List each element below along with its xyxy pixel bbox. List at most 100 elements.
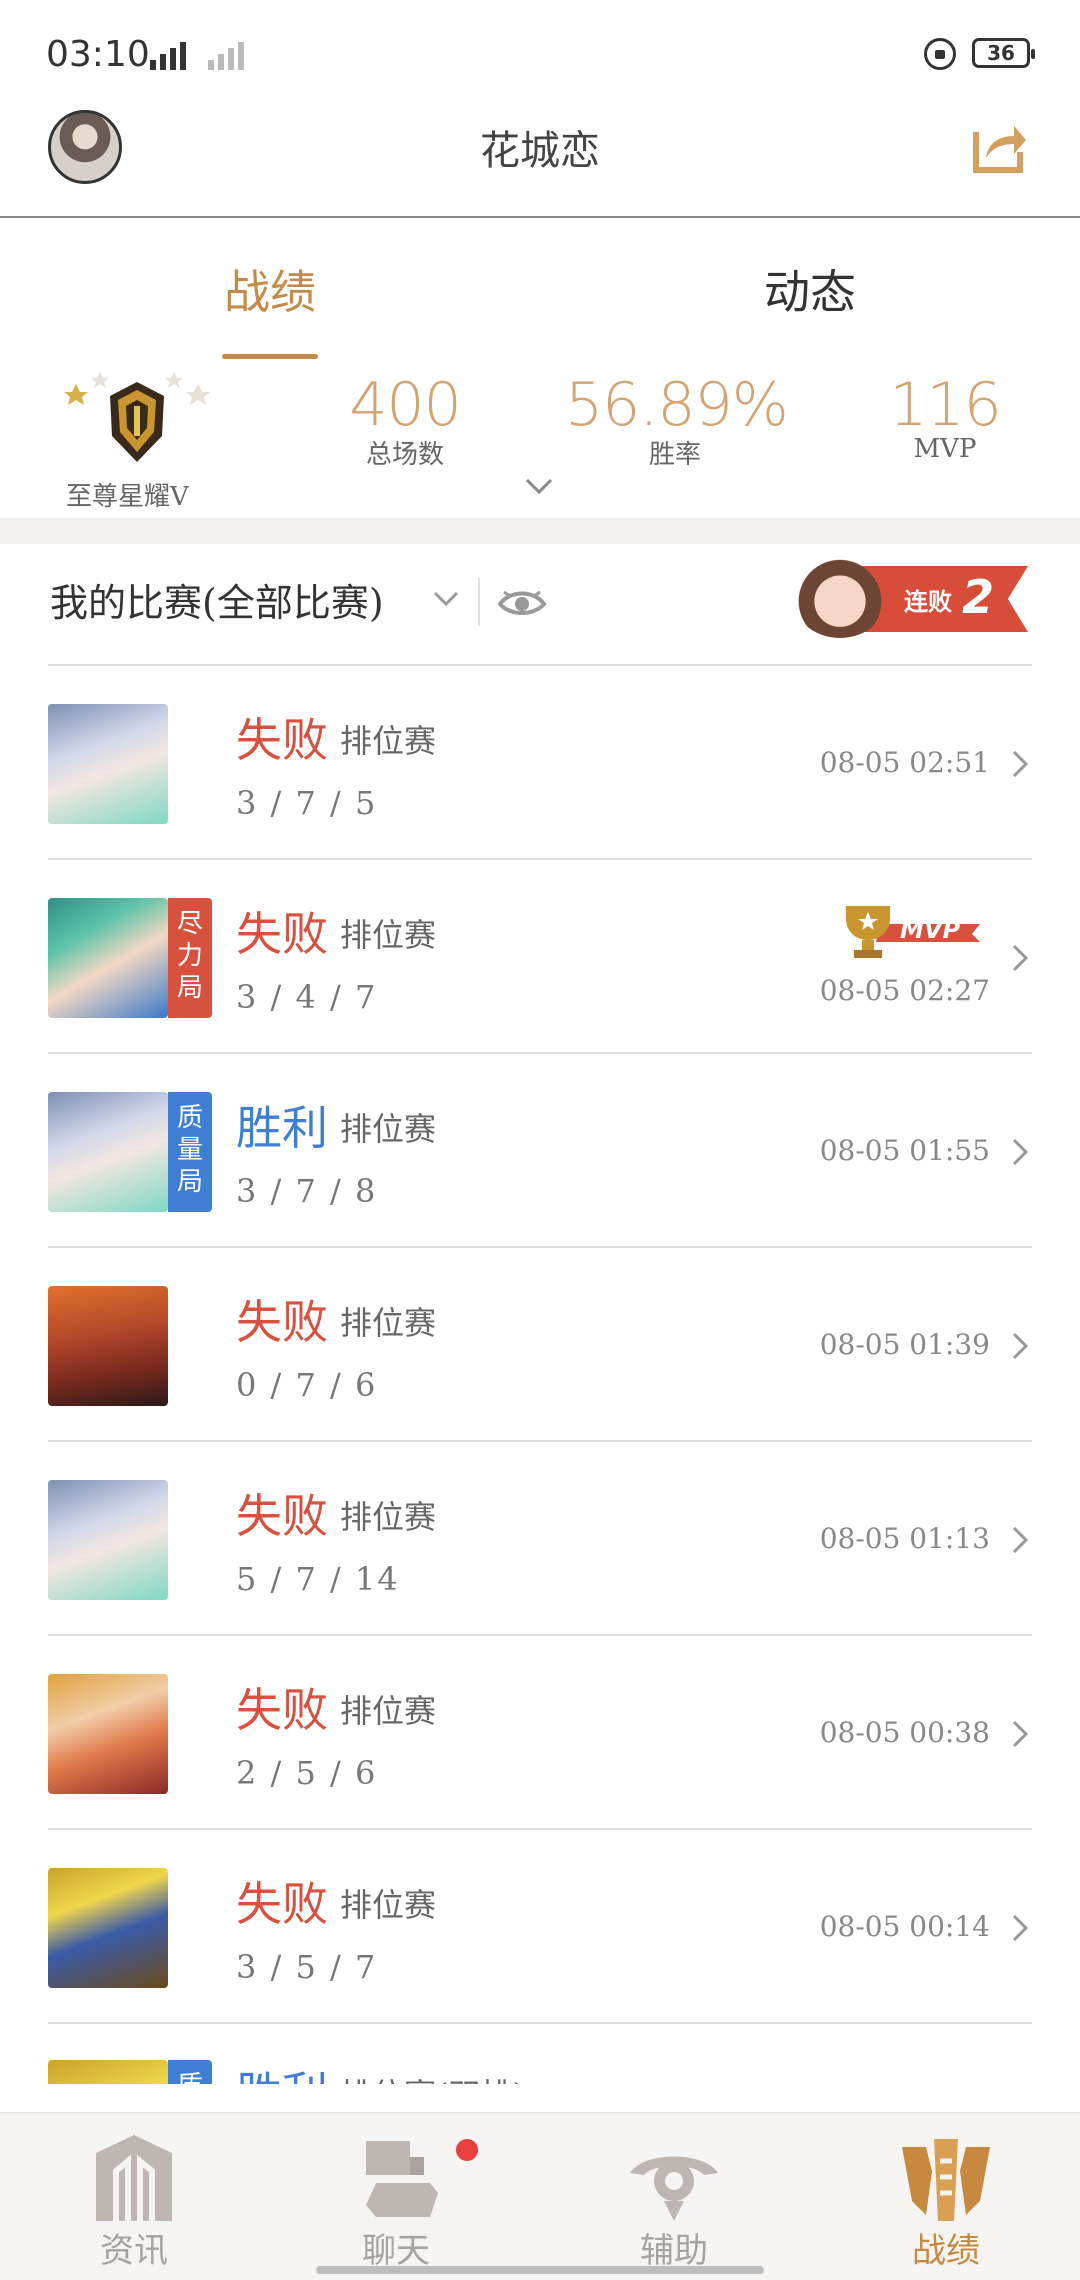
notification-dot (456, 2139, 478, 2161)
news-icon (96, 2135, 172, 2221)
match-tag-quality: 质量局 (168, 1092, 212, 1212)
match-row[interactable]: 失败 排位赛 3 / 7 / 5 08-05 02:51 (48, 666, 1032, 860)
match-kda: 3 / 4 / 7 (236, 978, 378, 1016)
matches-filter-title[interactable]: 我的比赛(全部比赛) (50, 572, 384, 627)
hero-portrait (48, 898, 168, 1018)
rank-name: 至尊星耀V (66, 482, 189, 512)
nav-chat[interactable]: 聊天 (296, 2131, 496, 2272)
match-mode: 排位赛 (340, 1304, 437, 1342)
stat-mvp: 116 MVP (835, 370, 1055, 464)
divider (478, 578, 480, 626)
match-mode: 排位赛 (340, 722, 437, 760)
match-row[interactable]: 失败 排位赛 3 / 5 / 7 08-05 00:14 (48, 1830, 1032, 2024)
nav-news[interactable]: 资讯 (34, 2131, 234, 2272)
match-kda: 3 / 7 / 8 (236, 1172, 378, 1210)
match-kda: 3 / 7 / 5 (236, 784, 378, 822)
chevron-right-icon (1012, 1138, 1029, 1166)
header-title: 花城恋 (480, 128, 600, 174)
cellular-signal-icon (150, 36, 186, 70)
chevron-down-icon[interactable] (524, 476, 554, 496)
match-row[interactable]: 失败 排位赛 5 / 7 / 14 08-05 01:13 (48, 1442, 1032, 1636)
status-time: 03:10 (46, 34, 150, 75)
status-bar: 03:10 36 (0, 0, 1080, 100)
match-kda: 2 / 5 / 6 (236, 1754, 378, 1792)
stat-value: 56.89% (565, 370, 789, 440)
app-header: 花城恋 (0, 100, 1080, 218)
match-kda: 0 / 7 / 6 (236, 1366, 378, 1404)
match-kda: 5 / 7 / 14 (236, 1560, 400, 1598)
match-result: 胜利 (236, 1101, 328, 1155)
hero-portrait (48, 1480, 168, 1600)
mvp-label: MVP (900, 916, 960, 944)
nav-label: 聊天 (362, 2231, 430, 2271)
match-time: 08-05 01:39 (819, 1328, 990, 1361)
match-time: 08-05 02:27 (819, 974, 990, 1007)
match-row[interactable]: 失败 排位赛 2 / 5 / 6 08-05 00:38 (48, 1636, 1032, 1830)
match-time: 08-05 02:51 (819, 746, 990, 779)
streak-label: 连败 (904, 588, 952, 616)
stat-value: 400 (349, 370, 462, 440)
battery-indicator: 36 (972, 38, 1035, 68)
match-mode: 排位赛 (340, 1498, 437, 1536)
match-mode: 排位赛 (340, 1692, 437, 1730)
assist-icon (630, 2156, 718, 2221)
chevron-right-icon (1012, 1720, 1029, 1748)
match-result: 胜利 (236, 2058, 328, 2084)
chevron-right-icon (1012, 1914, 1029, 1942)
stat-win-rate: 56.89% 胜率 (565, 370, 789, 471)
match-result: 失败 (236, 1295, 328, 1349)
match-mode: 排位赛 (340, 1886, 437, 1924)
chevron-right-icon (1012, 1332, 1029, 1360)
home-indicator[interactable] (316, 2266, 764, 2274)
match-result: 失败 (236, 1683, 328, 1737)
chevron-right-icon (1012, 944, 1029, 972)
secondary-signal-icon (208, 36, 244, 70)
active-tab-indicator (222, 354, 318, 359)
hero-portrait (48, 2060, 168, 2084)
nav-assist[interactable]: 辅助 (574, 2131, 774, 2272)
nav-label: 战绩 (912, 2231, 980, 2271)
losing-streak-badge: 连败 2 (790, 546, 1030, 638)
match-row[interactable]: 尽力局 失败 排位赛 3 / 4 / 7 MVP 08-05 02:27 (48, 860, 1032, 1054)
match-tag-effort: 尽力局 (168, 898, 212, 1018)
bottom-nav: 资讯 聊天 辅助 战绩 (0, 2112, 1080, 2280)
nav-label: 资讯 (100, 2231, 168, 2271)
eye-icon[interactable] (496, 582, 548, 622)
mvp-trophy-icon: MVP (846, 906, 980, 958)
stat-label: 总场数 (365, 440, 444, 470)
stat-total-matches: 400 总场数 (295, 370, 515, 471)
match-mode: 排位赛 (340, 916, 437, 954)
rank-badge-icon (64, 372, 210, 462)
match-tag-quality: 质 (168, 2060, 212, 2084)
stat-value: 116 (889, 370, 1002, 440)
nav-label: 辅助 (640, 2231, 708, 2271)
page: 03:10 36 花城恋 战绩 动态 至尊星耀V 400 总场数 56.89% … (0, 0, 1080, 2280)
record-icon (902, 2139, 990, 2221)
hero-portrait (48, 1868, 168, 1988)
chat-icon (366, 2141, 438, 2217)
match-result: 失败 (236, 907, 328, 961)
crying-character-icon (790, 546, 890, 638)
match-time: 08-05 01:55 (819, 1134, 990, 1167)
stat-label: MVP (913, 434, 977, 464)
match-row[interactable]: 质 胜利 排位赛(双排) (48, 2024, 1032, 2084)
share-icon[interactable] (970, 118, 1028, 176)
match-result: 失败 (236, 713, 328, 767)
rotation-lock-icon (924, 38, 956, 70)
match-row[interactable]: 失败 排位赛 0 / 7 / 6 08-05 01:39 (48, 1248, 1032, 1442)
nav-record[interactable]: 战绩 (846, 2131, 1046, 2272)
chevron-right-icon (1012, 1526, 1029, 1554)
chevron-down-icon[interactable] (432, 590, 460, 608)
match-result: 失败 (236, 1877, 328, 1931)
hero-portrait (48, 1674, 168, 1794)
match-time: 08-05 01:13 (819, 1522, 990, 1555)
section-divider (0, 518, 1080, 544)
match-kda: 3 / 5 / 7 (236, 1948, 378, 1986)
tab-dynamic[interactable]: 动态 (764, 256, 856, 322)
match-result: 失败 (236, 1489, 328, 1543)
match-row[interactable]: 质量局 胜利 排位赛 3 / 7 / 8 08-05 01:55 (48, 1054, 1032, 1248)
hero-portrait (48, 1286, 168, 1406)
match-time: 08-05 00:38 (819, 1716, 990, 1749)
match-time: 08-05 00:14 (819, 1910, 990, 1943)
tab-record[interactable]: 战绩 (224, 256, 316, 322)
